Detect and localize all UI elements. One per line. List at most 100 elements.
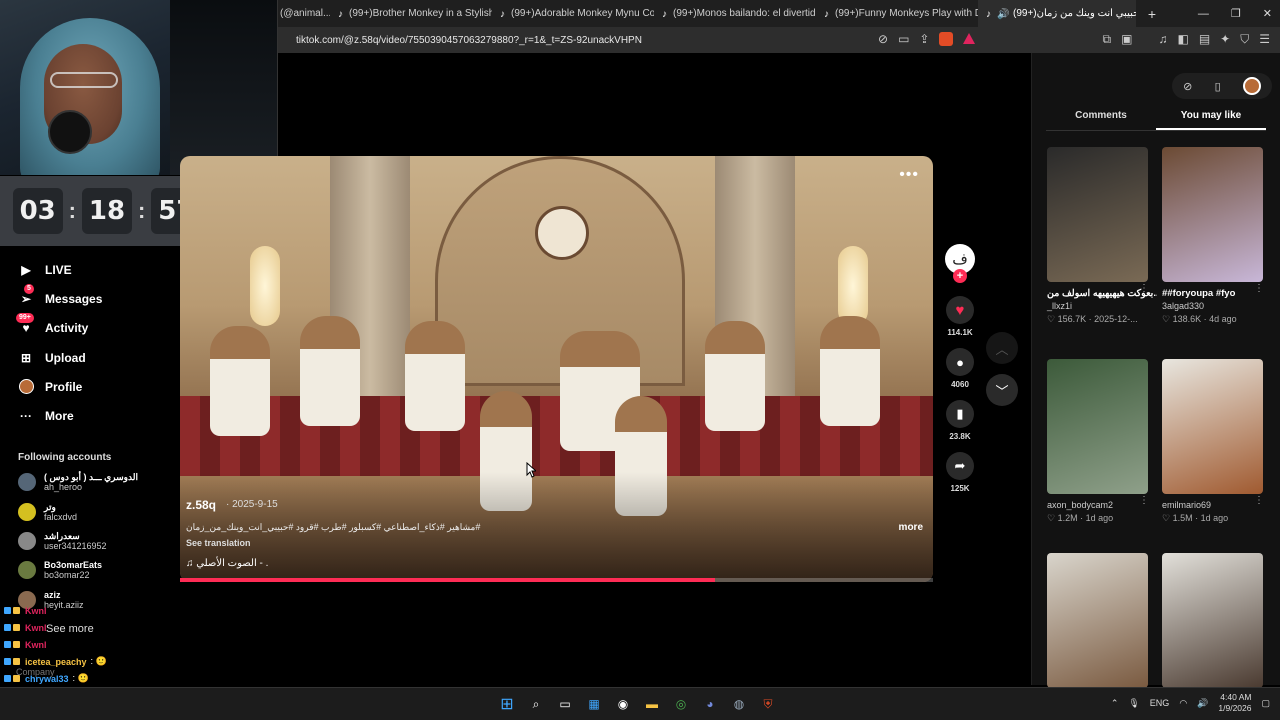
task-view-icon[interactable]: ▭: [555, 694, 575, 714]
video-caption: #مشاهير #ذكاء_اصطناعي #كسبلور #طرب #قرود…: [186, 522, 481, 532]
extensions-icon[interactable]: ⧉: [1103, 32, 1112, 47]
video-author[interactable]: z.58q: [186, 498, 216, 512]
browser-tab-active[interactable]: ♪🔊(99+)حبيبي انت وينك من زمان✕: [978, 0, 1136, 27]
sidebar-item-more[interactable]: ··· More: [0, 401, 172, 430]
chat-username: chrywal33: [25, 673, 69, 684]
phone-icon[interactable]: ▯: [1215, 80, 1221, 93]
account-avatar: [18, 473, 36, 491]
steam-icon[interactable]: ◍: [729, 694, 749, 714]
vpn-icon[interactable]: ⛉: [1240, 32, 1249, 47]
recommended-user[interactable]: _llxz1i: [1047, 300, 1157, 313]
browser-tab[interactable]: (@animal...: [278, 0, 330, 27]
user-avatar[interactable]: [1242, 77, 1261, 95]
obs-icon[interactable]: ◉: [613, 694, 633, 714]
following-account[interactable]: وتر falcxdvd: [18, 499, 77, 525]
more-options-icon[interactable]: ⋮: [1139, 283, 1149, 294]
chevron-up-icon[interactable]: ⌃: [1111, 698, 1119, 709]
account-avatar: [18, 532, 36, 550]
wifi-icon[interactable]: ◠: [1179, 698, 1187, 709]
caption-more-link[interactable]: more: [899, 522, 923, 533]
heart-icon[interactable]: ♥: [946, 296, 974, 324]
recommended-user[interactable]: 3algad330: [1162, 300, 1272, 313]
browser-tab[interactable]: ♪ (99+)Brother Monkey in a Stylish Su: [330, 0, 492, 27]
coins-icon[interactable]: ⊘: [1183, 80, 1192, 93]
sidebar-item-activity[interactable]: ♥ 99+ Activity: [0, 313, 172, 343]
recommended-video-thumbnail[interactable]: [1162, 553, 1263, 688]
store-icon[interactable]: ▦: [584, 694, 604, 714]
following-account[interactable]: ( أبو دوس ) الدوسري ـــد ah_heroo: [18, 469, 138, 495]
start-icon[interactable]: ⊞: [497, 694, 517, 714]
save-action[interactable]: ▮ 23.8K: [942, 400, 978, 441]
media-icon[interactable]: ♫: [1158, 32, 1167, 47]
tab-you-may-like[interactable]: You may like: [1156, 107, 1266, 130]
see-translation-link[interactable]: See translation: [186, 538, 251, 548]
more-options-icon[interactable]: ⋮: [1139, 495, 1149, 506]
more-options-icon[interactable]: ⋮: [1254, 495, 1264, 506]
eye-off-icon[interactable]: ⊘: [878, 32, 888, 46]
save-count: 23.8K: [949, 432, 971, 441]
file-explorer-icon[interactable]: ▬: [642, 694, 662, 714]
close-window-icon[interactable]: ✕: [1263, 7, 1272, 20]
sidebar-item-profile[interactable]: Profile: [0, 372, 172, 401]
brave-icon[interactable]: ⛨: [758, 694, 778, 714]
restore-icon[interactable]: ❐: [1231, 7, 1241, 20]
recommended-video-thumbnail[interactable]: [1047, 147, 1148, 282]
comment-icon[interactable]: ●: [946, 348, 974, 376]
streamer-glasses: [50, 72, 118, 88]
volume-icon[interactable]: 🔊: [1197, 698, 1208, 709]
screenshot-icon[interactable]: ▣: [1121, 32, 1132, 47]
timer-hours: 03: [12, 188, 63, 234]
brave-rewards-icon[interactable]: [963, 33, 976, 44]
cast-icon[interactable]: ▭: [898, 32, 909, 46]
sidebar-item-upload[interactable]: ⊞ Upload: [0, 343, 172, 372]
video-more-options-icon[interactable]: •••: [899, 166, 919, 184]
language-indicator[interactable]: ENG: [1150, 698, 1170, 708]
share-icon[interactable]: ⇪: [919, 32, 929, 46]
browser-tab[interactable]: ♪ (99+)Adorable Monkey Mynu Cosp: [492, 0, 654, 27]
following-account[interactable]: Bo3omarEats bo3omar22: [18, 557, 102, 583]
sidebar-icon[interactable]: ◧: [1177, 32, 1188, 47]
panel-tabs: Comments You may like: [1046, 107, 1266, 131]
share-action[interactable]: ➦ 125K: [942, 452, 978, 493]
bookmark-icon[interactable]: ▮: [946, 400, 974, 428]
url-text[interactable]: tiktok.com/@z.58q/video/7550390457063279…: [296, 35, 642, 46]
chrome-icon[interactable]: ◎: [671, 694, 691, 714]
recommended-video-thumbnail[interactable]: [1162, 359, 1263, 494]
sidebar-item-messages[interactable]: ➢ 5 Messages: [0, 283, 172, 313]
chat-username: icetea_peachy: [25, 656, 87, 667]
clock[interactable]: 4:40 AM 1/9/2026: [1218, 692, 1251, 714]
following-account[interactable]: سعدراشد user341216952: [18, 528, 107, 554]
speaker-icon[interactable]: 🔊: [997, 9, 1009, 20]
new-tab-button[interactable]: +: [1140, 6, 1164, 22]
more-options-icon[interactable]: ⋮: [1254, 283, 1264, 294]
leo-ai-icon[interactable]: ✦: [1220, 32, 1230, 47]
discord-icon[interactable]: ◕: [700, 694, 720, 714]
video-player[interactable]: ••• z.58q · 2025-9-15 #مشاهير #ذكاء_اصطن…: [180, 156, 933, 582]
notifications-icon[interactable]: ▢: [1261, 698, 1270, 709]
chat-badge-icon: [4, 641, 11, 648]
monkey-figure: [820, 316, 880, 426]
sidebar-item-live[interactable]: ▶ LIVE: [0, 255, 172, 284]
comment-action[interactable]: ● 4060: [942, 348, 978, 389]
minimize-icon[interactable]: —: [1198, 8, 1209, 20]
account-avatar: [18, 503, 36, 521]
browser-tab[interactable]: ♪ (99+)Funny Monkeys Play with Dog: [816, 0, 978, 27]
video-progress-bar[interactable]: [180, 578, 933, 582]
recommended-video-thumbnail[interactable]: [1162, 147, 1263, 282]
menu-icon[interactable]: ☰: [1259, 32, 1270, 47]
next-video-button[interactable]: ﹀: [986, 374, 1018, 406]
browser-tab[interactable]: ♪ (99+)Monos bailando: el divertido e: [654, 0, 816, 27]
timer-separator: :: [68, 198, 76, 223]
tab-comments[interactable]: Comments: [1046, 107, 1156, 130]
brave-shield-icon[interactable]: [939, 32, 954, 46]
wallet-icon[interactable]: ▤: [1199, 32, 1210, 47]
recommended-video-thumbnail[interactable]: [1047, 359, 1148, 494]
search-icon[interactable]: ⌕: [526, 694, 546, 714]
mic-icon[interactable]: 🎙: [1128, 698, 1139, 709]
follow-button[interactable]: +: [953, 269, 967, 283]
recommended-video-thumbnail[interactable]: [1047, 553, 1148, 688]
video-sound[interactable]: ♫ الصوت الأصلي - .: [186, 558, 268, 569]
previous-video-button[interactable]: ︿: [986, 332, 1018, 364]
like-action[interactable]: ♥ 114.1K: [942, 296, 978, 337]
share-arrow-icon[interactable]: ➦: [946, 452, 974, 480]
